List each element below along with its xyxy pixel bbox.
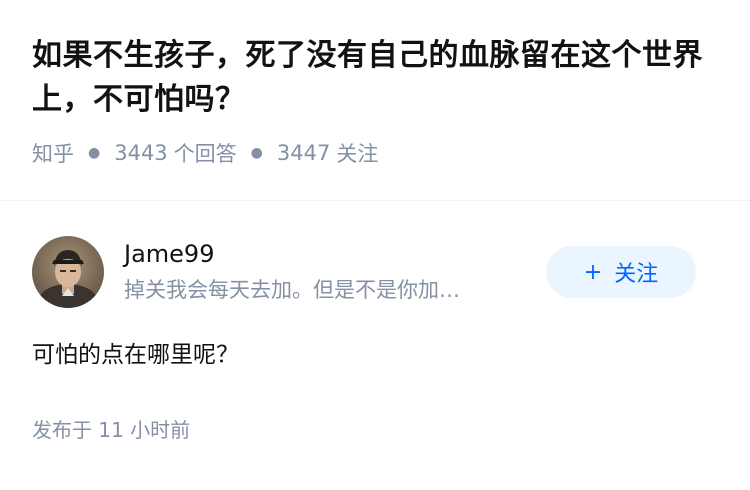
avatar-image [32,236,104,308]
follow-button[interactable]: + 关注 [546,246,696,298]
published-label: 发布于 [32,418,92,442]
answer-count: 3443 [114,141,168,165]
question-title[interactable]: 如果不生孩子，死了没有自己的血脉留在这个世界上，不可怕吗？ [32,34,718,122]
source-label[interactable]: 知乎 [32,138,74,168]
separator-dot: ● [88,145,101,161]
follow-button-label: 关注 [614,262,659,287]
zhihu-answer-page: 如果不生孩子，死了没有自己的血脉留在这个世界上，不可怕吗？ 知乎 ● 3443 … [0,0,750,490]
plus-icon: + [583,259,603,285]
answer-content[interactable]: 可怕的点在哪里呢？ [32,338,718,372]
answer-footer: 发布于 11 小时前 [32,416,718,444]
author-bio: 掉关我会每天去加。但是不是你加… [124,278,460,302]
question-meta: 知乎 ● 3443 个回答 ● 3447 关注 [32,138,718,168]
question-header: 如果不生孩子，死了没有自己的血脉留在这个世界上，不可怕吗？ 知乎 ● 3443 … [0,0,750,168]
avatar[interactable] [32,236,104,308]
author-row: Jame99 掉关我会每天去加。但是不是你加… + 关注 [32,200,718,310]
author-info: Jame99 掉关我会每天去加。但是不是你加… [124,238,544,306]
answer-card: Jame99 掉关我会每天去加。但是不是你加… + 关注 可怕的点在哪里呢？ 发… [0,200,750,444]
published-time: 11 小时前 [98,418,191,442]
answer-count-label: 个回答 [173,142,237,166]
author-name[interactable]: Jame99 [124,238,544,270]
follower-count-label: 关注 [336,142,379,166]
separator-dot: ● [250,145,263,161]
follower-count: 3447 [276,141,331,165]
